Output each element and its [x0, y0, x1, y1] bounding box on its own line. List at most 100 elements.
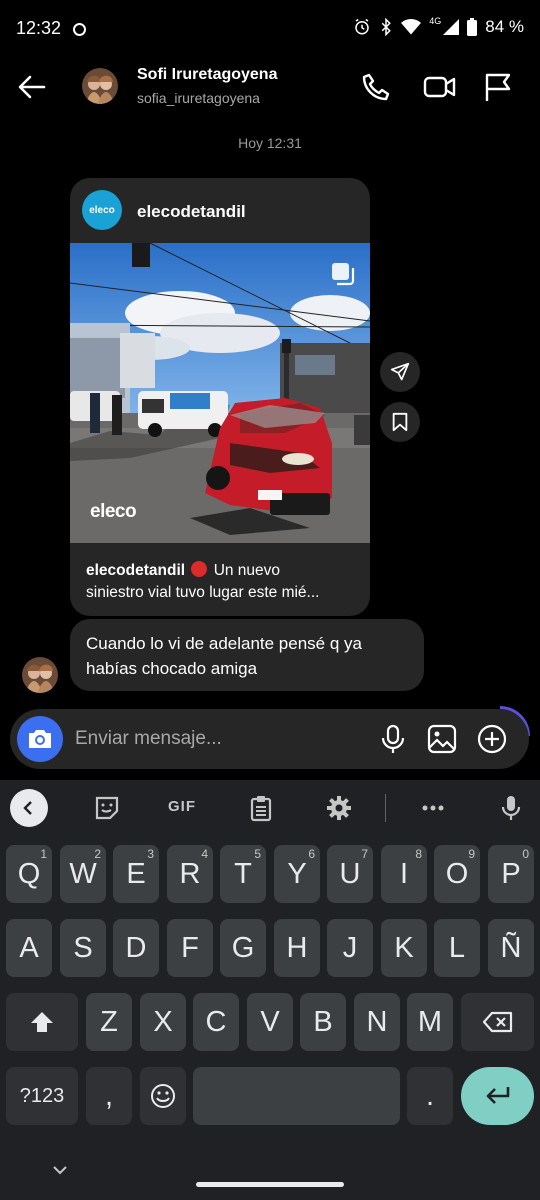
key[interactable]: L [434, 919, 480, 977]
video-call-button[interactable] [423, 71, 457, 103]
emoji-icon [151, 1084, 175, 1108]
key[interactable]: N [354, 993, 400, 1051]
backspace-key[interactable] [461, 993, 534, 1051]
gesture-nav-bar[interactable] [196, 1182, 344, 1187]
notification-dot-icon [73, 23, 86, 36]
key[interactable]: F [167, 919, 213, 977]
key[interactable]: H [274, 919, 320, 977]
caption-text-line1: Un nuevo [213, 562, 281, 579]
post-account-name[interactable]: elecodetandil [137, 202, 246, 222]
emoji-key[interactable] [140, 1067, 186, 1125]
microphone-icon [501, 796, 521, 820]
key[interactable]: V [247, 993, 293, 1051]
microphone-icon [381, 724, 405, 753]
keyboard: GIF Q1 W2 E3 R4 T5 Y6 U7 I8 O9 P0 A S D … [0, 780, 540, 1200]
contact-name[interactable]: Sofi Iruretagoyena [137, 66, 277, 84]
sticker-button[interactable] [93, 794, 121, 822]
enter-icon [486, 1087, 509, 1104]
gallery-button[interactable] [426, 723, 458, 755]
key[interactable]: W2 [60, 845, 106, 903]
key[interactable]: Ñ [488, 919, 534, 977]
gear-icon [327, 796, 351, 820]
enter-key[interactable] [461, 1067, 534, 1125]
space-key[interactable] [193, 1067, 400, 1125]
key[interactable]: D [113, 919, 159, 977]
back-arrow-icon [18, 75, 46, 99]
message-line2: habías chocado amiga [86, 659, 258, 678]
key[interactable]: Q1 [6, 845, 52, 903]
keyboard-toolbar: GIF [0, 780, 540, 836]
key[interactable]: U7 [327, 845, 373, 903]
red-circle-emoji-icon [191, 561, 208, 577]
post-image[interactable]: eleco [70, 243, 370, 543]
shared-post-card[interactable]: eleco elecodetandil eleco elecodetandil … [70, 178, 370, 616]
battery-percent: 84 % [485, 17, 524, 36]
save-post-button[interactable] [380, 402, 420, 442]
hide-keyboard-button[interactable] [50, 1160, 70, 1180]
key[interactable]: Y6 [274, 845, 320, 903]
multiple-images-icon [330, 261, 356, 287]
message-composer [10, 709, 529, 769]
key[interactable]: Z [86, 993, 132, 1051]
camera-icon [29, 730, 51, 748]
post-caption[interactable]: elecodetandil Un nuevo siniestro vial tu… [86, 560, 358, 604]
sticker-icon [95, 796, 119, 820]
clipboard-icon [250, 796, 272, 822]
more-options-button[interactable] [476, 723, 508, 755]
contact-avatar[interactable] [82, 68, 118, 104]
key[interactable]: J [327, 919, 373, 977]
key[interactable]: A [6, 919, 52, 977]
post-account-avatar[interactable]: eleco [82, 190, 122, 230]
sender-avatar[interactable] [22, 657, 58, 693]
more-tools-button[interactable] [419, 794, 447, 822]
key[interactable]: K [381, 919, 427, 977]
message-input[interactable] [75, 728, 355, 750]
video-icon [423, 76, 456, 98]
caption-text-line2: siniestro vial tuvo lugar este mié... [86, 584, 320, 601]
signal-icon [443, 19, 460, 35]
key[interactable]: S [60, 919, 106, 977]
keyboard-back-button[interactable] [10, 789, 48, 827]
key[interactable]: T5 [220, 845, 266, 903]
share-post-button[interactable] [380, 352, 420, 392]
shift-key[interactable] [6, 993, 78, 1051]
plus-circle-icon [477, 724, 507, 754]
voice-typing-button[interactable] [497, 794, 525, 822]
contact-username[interactable]: sofia_iruretagoyena [137, 90, 260, 106]
bookmark-icon [392, 412, 408, 432]
battery-icon [467, 18, 478, 36]
key[interactable]: I8 [381, 845, 427, 903]
key[interactable]: R4 [167, 845, 213, 903]
phone-icon [362, 73, 390, 101]
key[interactable]: C [193, 993, 239, 1051]
key[interactable]: X [140, 993, 186, 1051]
voice-message-button[interactable] [377, 723, 409, 755]
key[interactable]: B [300, 993, 346, 1051]
gallery-icon [427, 724, 457, 754]
key[interactable]: M [407, 993, 453, 1051]
bluetooth-icon [381, 18, 392, 36]
clipboard-button[interactable] [247, 794, 275, 822]
key[interactable]: P0 [488, 845, 534, 903]
toolbar-divider [385, 794, 386, 822]
back-button[interactable] [16, 71, 52, 103]
symbols-key[interactable]: ?123 [6, 1067, 78, 1125]
call-button[interactable] [360, 71, 394, 103]
message-bubble[interactable]: Cuando lo vi de adelante pensé q ya habí… [70, 619, 424, 691]
status-time: 12:32 [16, 18, 62, 38]
shift-icon [31, 1012, 53, 1032]
chevron-left-icon [23, 801, 32, 815]
comma-key[interactable]: , [86, 1067, 132, 1125]
key[interactable]: G [220, 919, 266, 977]
network-type: 4G [429, 16, 442, 26]
key[interactable]: O9 [434, 845, 480, 903]
gif-button[interactable]: GIF [168, 798, 196, 815]
key[interactable]: E3 [113, 845, 159, 903]
send-icon [390, 362, 410, 381]
shared-post-header[interactable]: eleco elecodetandil [70, 178, 370, 242]
period-key[interactable]: . [407, 1067, 453, 1125]
camera-button[interactable] [17, 716, 63, 762]
keyboard-settings-button[interactable] [325, 794, 353, 822]
chevron-down-icon [53, 1166, 67, 1175]
report-button[interactable] [483, 71, 517, 103]
